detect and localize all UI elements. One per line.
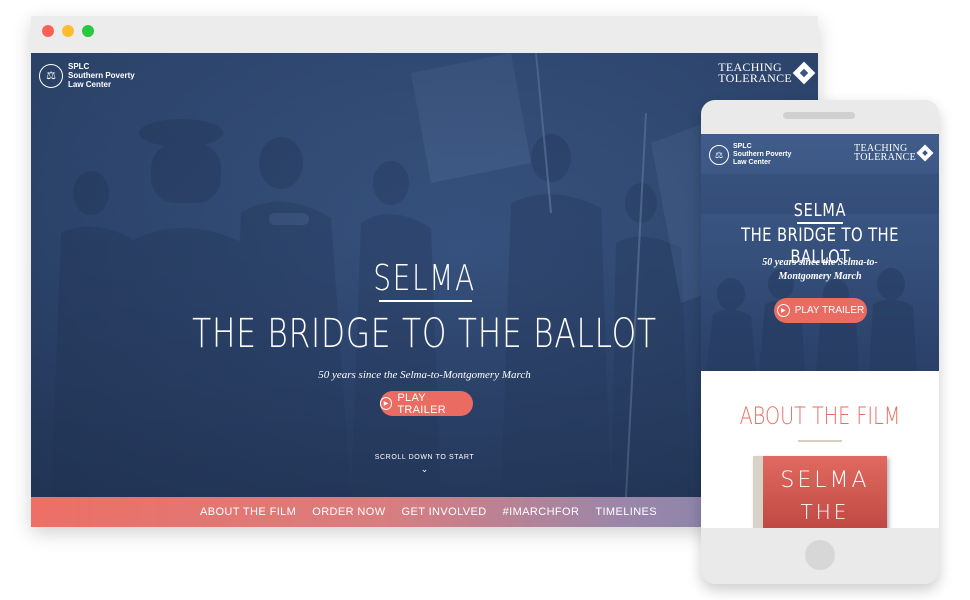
phone-speaker [783,112,855,119]
tt-diamond-icon [792,61,816,85]
splc-abbr: SPLC [68,62,90,71]
mobile-hero-tagline: 50 years since the Selma-to- Montgomery … [701,256,939,284]
hero-section: ⚖ SPLC Southern Poverty Law Center TEACH… [31,53,818,497]
play-icon: ▶ [776,304,790,317]
hero-subtitle: THE BRIDGE TO THE BALLOT [192,311,657,357]
title-divider [379,300,472,302]
nav-timelines[interactable]: TIMELINES [595,506,657,518]
dvd-title-line2: THE [800,500,850,524]
tt-diamond-icon [916,144,934,162]
dvd-title-line1: SELMA [780,468,870,493]
hero-tagline: 50 years since the Selma-to-Montgomery M… [318,369,531,381]
mobile-tt-line2: TOLERANCE [854,152,916,163]
teaching-tolerance-logo[interactable]: TEACHING TOLERANCE [718,61,816,85]
mobile-play-trailer-label: PLAY TRAILER [794,305,865,316]
play-trailer-label: PLAY TRAILER [397,391,446,416]
mobile-splc-logo[interactable]: ⚖ SPLC Southern Poverty Law Center [709,143,791,167]
close-window-button[interactable] [42,25,54,37]
mobile-teaching-tolerance-logo[interactable]: TEACHING TOLERANCE [854,144,934,163]
scales-of-justice-icon: ⚖ [709,145,729,165]
nav-about-the-film[interactable]: ABOUT THE FILM [200,506,296,518]
about-the-film-heading: ABOUT THE FILM [739,402,901,430]
tt-line2: TOLERANCE [718,71,792,85]
mobile-splc-line1: Southern Poverty [733,151,792,158]
mobile-splc-line2: Law Center [733,159,771,166]
desktop-browser-window: ⚖ SPLC Southern Poverty Law Center TEACH… [31,16,818,527]
dvd-cover-image[interactable]: SELMA THE [753,456,887,528]
mobile-splc-abbr: SPLC [733,143,752,150]
chevron-down-icon[interactable]: ⌄ [31,464,818,475]
nav-order-now[interactable]: ORDER NOW [312,506,385,518]
mobile-tagline-line1: 50 years since the Selma-to- [762,257,878,268]
play-icon: ▶ [380,397,393,410]
splc-name-line1: Southern Poverty [68,71,135,80]
dvd-spine [753,456,763,528]
about-divider [798,440,842,442]
mobile-play-trailer-button[interactable]: ▶ PLAY TRAILER [774,298,867,323]
scales-of-justice-icon: ⚖ [39,63,63,88]
play-trailer-button[interactable]: ▶ PLAY TRAILER [380,391,473,416]
mobile-hero-section: ⚖ SPLC Southern Poverty Law Center TEACH… [701,134,939,371]
mobile-screen: ⚖ SPLC Southern Poverty Law Center TEACH… [701,134,939,528]
mobile-hero-title: SELMA [793,200,847,221]
minimize-window-button[interactable] [62,25,74,37]
mobile-device-mockup: ⚖ SPLC Southern Poverty Law Center TEACH… [701,100,939,584]
mobile-tagline-line2: Montgomery March [778,271,862,282]
browser-title-bar [31,16,818,53]
scroll-down-label[interactable]: SCROLL DOWN TO START [31,454,818,461]
maximize-window-button[interactable] [82,25,94,37]
splc-logo[interactable]: ⚖ SPLC Southern Poverty Law Center [39,62,135,89]
nav-get-involved[interactable]: GET INVOLVED [402,506,487,518]
phone-home-button[interactable] [805,540,835,570]
splc-name-line2: Law Center [68,80,112,89]
hero-title: SELMA [373,258,476,299]
main-navigation: ABOUT THE FILM ORDER NOW GET INVOLVED #I… [31,497,818,527]
nav-imarchfor[interactable]: #IMARCHFOR [503,506,580,518]
